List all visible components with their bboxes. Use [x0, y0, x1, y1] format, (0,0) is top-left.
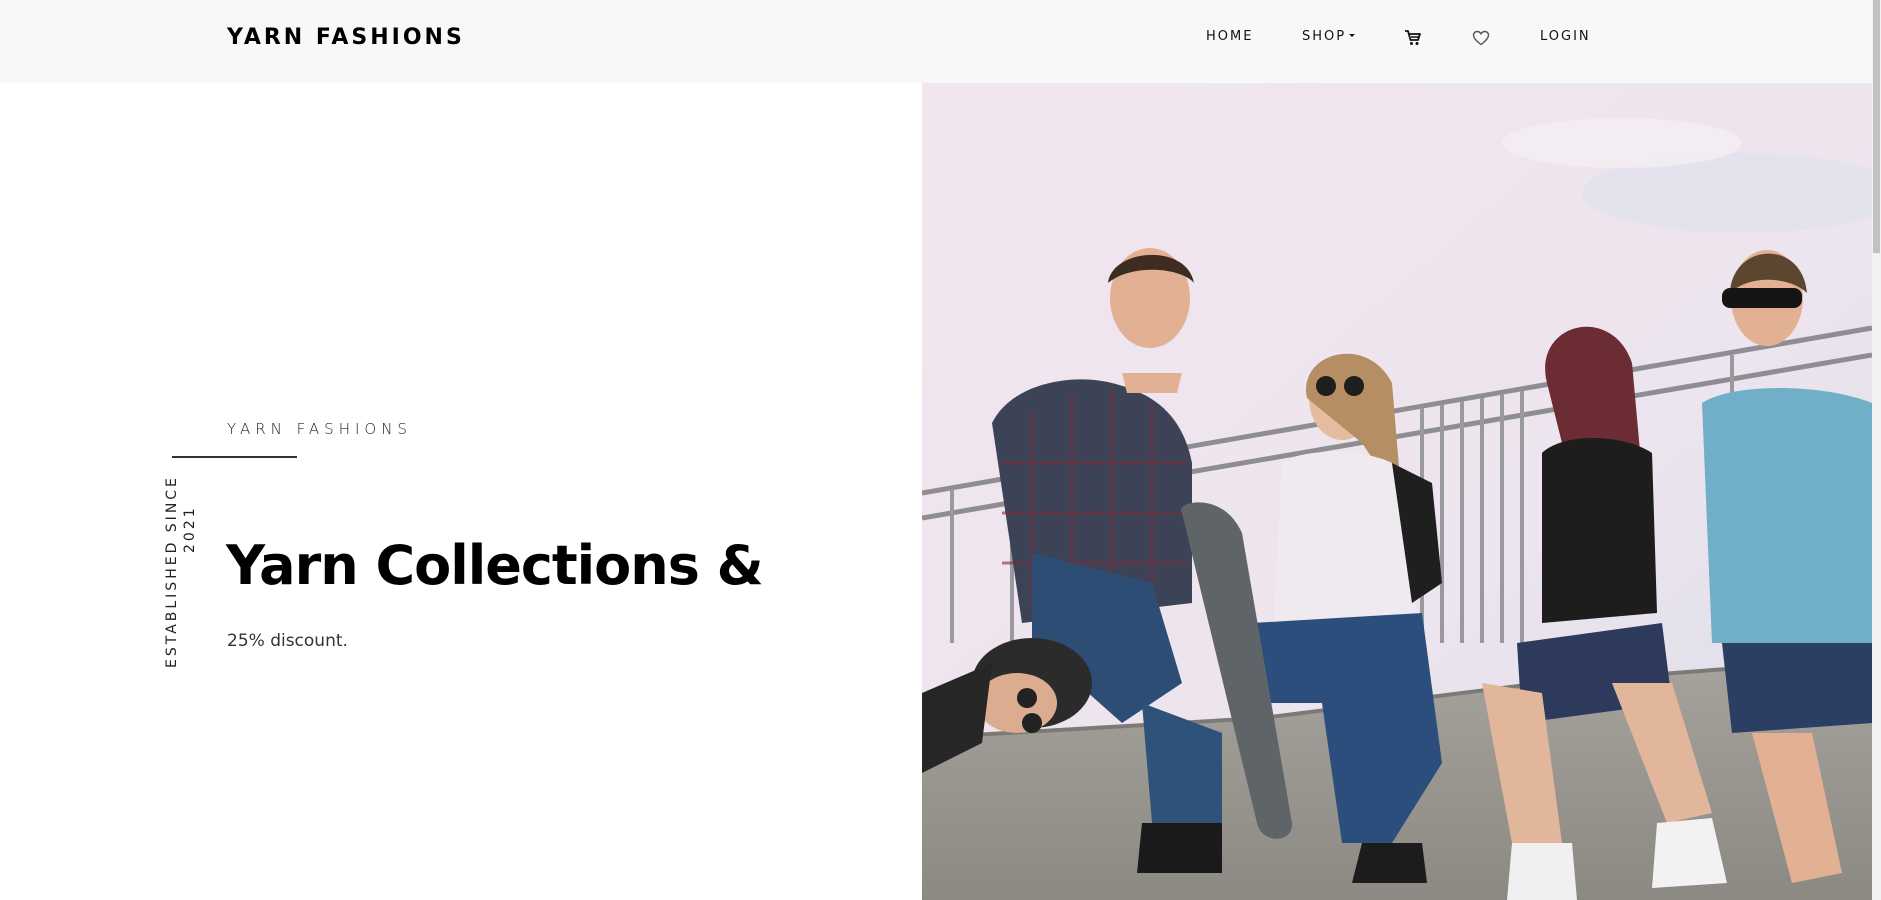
cart-icon[interactable]: [1403, 28, 1423, 48]
friends-skatepark-photo: [922, 83, 1872, 900]
hero-divider: [172, 456, 297, 458]
scrollbar-thumb[interactable]: [1873, 0, 1880, 253]
nav-shop-label: SHOP: [1302, 29, 1347, 44]
nav-shop-dropdown[interactable]: SHOP: [1302, 29, 1356, 44]
nav-home-link[interactable]: HOME: [1206, 29, 1253, 44]
established-text: ESTABLISHED SINCE: [164, 475, 180, 668]
established-since-label: ESTABLISHED SINCE 2021: [163, 468, 203, 668]
top-navbar: YARN FASHIONS HOME SHOP LOGIN: [0, 0, 1872, 83]
brand-logo[interactable]: YARN FASHIONS: [227, 25, 465, 50]
hero-subtext: 25% discount.: [227, 631, 348, 651]
hero-text-panel: [0, 83, 922, 900]
hero-headline: Yarn Collections &: [226, 534, 764, 597]
hero-eyebrow: YARN FASHIONS: [227, 420, 412, 438]
nav-login-link[interactable]: LOGIN: [1540, 29, 1591, 44]
page-scrollbar[interactable]: [1872, 0, 1881, 900]
heart-icon[interactable]: [1472, 30, 1492, 50]
chevron-down-icon: [1349, 33, 1356, 37]
hero-photo: [922, 83, 1872, 900]
established-year: 2021: [182, 505, 198, 553]
